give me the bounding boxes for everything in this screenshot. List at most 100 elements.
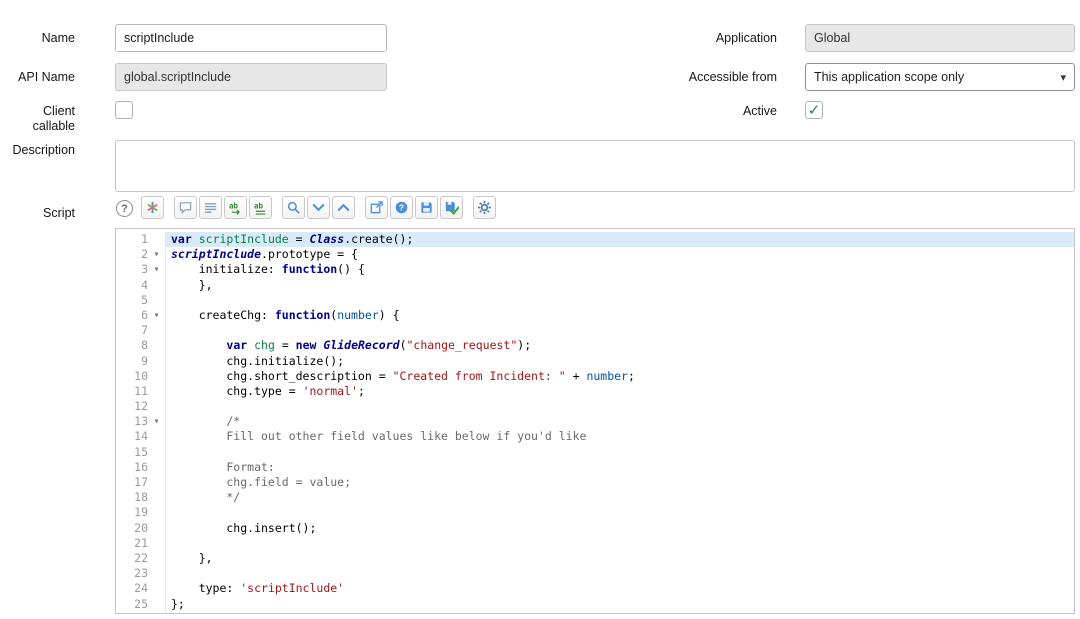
help-globe-icon: ? — [394, 200, 409, 215]
code-line[interactable]: 22 }, — [116, 551, 1074, 566]
fold-arrow-icon[interactable] — [148, 399, 165, 414]
fold-arrow-icon[interactable] — [148, 338, 165, 353]
fold-arrow-icon[interactable] — [148, 597, 165, 612]
active-checkbox[interactable]: ✓ — [805, 101, 823, 119]
format-code-icon — [145, 200, 160, 215]
find-previous-button[interactable] — [332, 196, 355, 219]
script-editor-lines: 1var scriptInclude = Class.create();2▾sc… — [116, 232, 1074, 612]
code-line[interactable]: 25}; — [116, 597, 1074, 612]
svg-text:ab: ab — [229, 201, 239, 210]
fold-arrow-icon[interactable] — [148, 581, 165, 596]
fold-arrow-icon[interactable] — [148, 490, 165, 505]
fold-arrow-icon[interactable] — [148, 293, 165, 308]
open-full-editor-button[interactable] — [365, 196, 388, 219]
search-button[interactable] — [282, 196, 305, 219]
code-line[interactable]: 2▾scriptInclude.prototype = { — [116, 247, 1074, 262]
code-line[interactable]: 14 Fill out other field values like belo… — [116, 429, 1074, 444]
preferences-button[interactable] — [473, 196, 496, 219]
fold-arrow-icon[interactable] — [148, 384, 165, 399]
fold-arrow-icon[interactable] — [148, 536, 165, 551]
name-label: Name — [0, 31, 75, 46]
svg-text:ab: ab — [254, 201, 264, 210]
code-line[interactable]: 3▾ initialize: function() { — [116, 262, 1074, 277]
client-callable-checkbox[interactable]: ✓ — [115, 101, 133, 119]
save-check-icon — [444, 200, 459, 215]
code-line[interactable]: 11 chg.type = 'normal'; — [116, 384, 1074, 399]
code-line[interactable]: 21 — [116, 536, 1074, 551]
application-input[interactable] — [805, 24, 1075, 52]
fold-arrow-icon[interactable] — [148, 445, 165, 460]
code-line[interactable]: 13▾ /* — [116, 414, 1074, 429]
fold-arrow-icon[interactable] — [148, 232, 165, 247]
chevron-down-icon: ▾ — [1060, 71, 1066, 84]
fold-arrow-icon[interactable] — [148, 551, 165, 566]
help-button[interactable]: ? — [390, 196, 413, 219]
search-icon — [286, 200, 301, 215]
text-lines-icon — [203, 200, 218, 215]
api-name-input[interactable] — [115, 63, 387, 91]
description-label: Description — [0, 143, 75, 158]
save-disk-icon — [419, 200, 434, 215]
name-input[interactable] — [115, 24, 387, 52]
check-icon: ✓ — [808, 103, 821, 118]
find-next-button[interactable] — [307, 196, 330, 219]
chevron-up-icon — [336, 200, 351, 215]
code-line[interactable]: 15 — [116, 445, 1074, 460]
accessible-from-label: Accessible from — [559, 70, 777, 85]
code-line[interactable]: 20 chg.insert(); — [116, 521, 1074, 536]
code-line[interactable]: 17 chg.field = value; — [116, 475, 1074, 490]
code-line[interactable]: 10 chg.short_description = "Created from… — [116, 369, 1074, 384]
code-line[interactable]: 8 var chg = new GlideRecord("change_requ… — [116, 338, 1074, 353]
description-textarea[interactable] — [115, 140, 1075, 192]
toggle-comment-button[interactable] — [174, 196, 197, 219]
replace-all-button[interactable]: ab — [249, 196, 272, 219]
replace-all-icon: ab — [253, 200, 268, 215]
code-line[interactable]: 4 }, — [116, 278, 1074, 293]
code-line[interactable]: 23 — [116, 566, 1074, 581]
comment-bubble-icon — [178, 200, 193, 215]
script-help-icon[interactable]: ? — [116, 200, 133, 217]
fold-arrow-icon[interactable] — [148, 369, 165, 384]
accessible-from-select[interactable]: This application scope only ▾ — [805, 63, 1075, 91]
fold-arrow-icon[interactable] — [148, 521, 165, 536]
fold-arrow-icon[interactable] — [148, 505, 165, 520]
code-line[interactable]: 1var scriptInclude = Class.create(); — [116, 232, 1074, 247]
fold-arrow-icon[interactable]: ▾ — [148, 262, 165, 277]
api-name-label: API Name — [0, 70, 75, 85]
accessible-from-value: This application scope only — [814, 70, 964, 84]
fold-arrow-icon[interactable] — [148, 278, 165, 293]
client-callable-label: Client callable — [0, 104, 75, 134]
fold-arrow-icon[interactable] — [148, 566, 165, 581]
script-editor[interactable]: 1var scriptInclude = Class.create();2▾sc… — [115, 228, 1075, 614]
chevron-down-icon — [311, 200, 326, 215]
script-include-form: Name API Name Client callable Descriptio… — [0, 0, 1080, 619]
code-line[interactable]: 24 type: 'scriptInclude' — [116, 581, 1074, 596]
active-label: Active — [559, 104, 777, 119]
replace-icon: ab — [228, 200, 243, 215]
code-line[interactable]: 18 */ — [116, 490, 1074, 505]
format-code-button[interactable] — [141, 196, 164, 219]
code-line[interactable]: 5 — [116, 293, 1074, 308]
gear-icon — [477, 200, 492, 215]
code-line[interactable]: 19 — [116, 505, 1074, 520]
fold-arrow-icon[interactable] — [148, 429, 165, 444]
code-line[interactable]: 9 chg.initialize(); — [116, 354, 1074, 369]
script-label: Script — [0, 206, 75, 221]
svg-text:?: ? — [399, 203, 404, 213]
code-line[interactable]: 12 — [116, 399, 1074, 414]
fold-arrow-icon[interactable]: ▾ — [148, 247, 165, 262]
code-line[interactable]: 6▾ createChg: function(number) { — [116, 308, 1074, 323]
open-in-window-icon — [369, 200, 384, 215]
fold-arrow-icon[interactable] — [148, 475, 165, 490]
replace-button[interactable]: ab — [224, 196, 247, 219]
code-line[interactable]: 16 Format: — [116, 460, 1074, 475]
fold-arrow-icon[interactable] — [148, 323, 165, 338]
fold-arrow-icon[interactable] — [148, 354, 165, 369]
fold-arrow-icon[interactable]: ▾ — [148, 414, 165, 429]
save-button[interactable] — [415, 196, 438, 219]
code-line[interactable]: 7 — [116, 323, 1074, 338]
comment-lines-button[interactable] — [199, 196, 222, 219]
fold-arrow-icon[interactable] — [148, 460, 165, 475]
save-check-button[interactable] — [440, 196, 463, 219]
fold-arrow-icon[interactable]: ▾ — [148, 308, 165, 323]
